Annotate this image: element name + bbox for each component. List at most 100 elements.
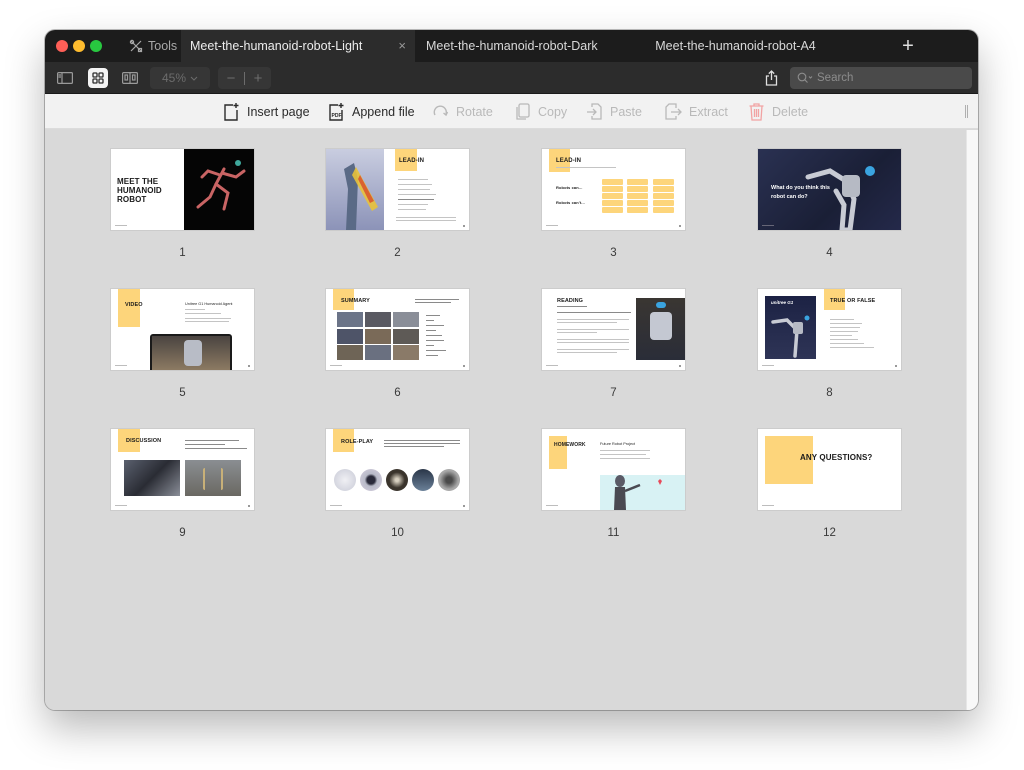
page-actions-bar: Insert page PDF Append file Rotate Copy … <box>45 94 978 129</box>
page-thumbnail-12[interactable]: ANY QUESTIONS? 12 <box>758 429 901 539</box>
two-page-view-button[interactable] <box>120 68 140 88</box>
slide-subtitle: Future Robot Project <box>600 442 636 446</box>
view-toolbar: 45% − + <box>45 62 978 94</box>
slide-preview: ROLE-PLAY <box>326 429 469 510</box>
append-file-button[interactable]: PDF Append file <box>328 94 415 129</box>
robot-option-5 <box>438 469 460 491</box>
page-thumbnail-2[interactable]: LEAD-IN 2 <box>326 149 469 259</box>
tab-a4[interactable]: Meet-the-humanoid-robot-A4 <box>613 30 858 62</box>
sidebar-view-button[interactable] <box>55 68 75 88</box>
page-thumbnail-7[interactable]: READING 7 <box>542 289 685 399</box>
page-number: 1 <box>179 247 186 259</box>
slide-title: HOMEWORK <box>554 442 586 448</box>
accent-block <box>118 289 140 327</box>
page-number: 4 <box>826 247 833 259</box>
zoom-stepper: − + <box>218 67 271 89</box>
robot-photo <box>600 475 685 510</box>
slide-title: ANY QUESTIONS? <box>800 453 873 462</box>
discussion-photo-1 <box>124 460 180 496</box>
tools-button[interactable]: Tools <box>129 30 177 62</box>
robots-can-label: Robots can... <box>556 185 583 190</box>
drag-handle[interactable] <box>965 105 970 118</box>
zoom-out-button[interactable]: − <box>218 70 244 87</box>
page-thumbnail-6[interactable]: SUMMARY 6 <box>326 289 469 399</box>
slide-preview: What do you think this robot can do? <box>758 149 901 230</box>
page-number: 5 <box>179 387 186 399</box>
slide-preview: READING <box>542 289 685 370</box>
page-thumbnail-8[interactable]: unitree G1 TRUE OR FALSE 8 <box>758 289 901 399</box>
slide-preview: MEET THE HUMANOID ROBOT <box>111 149 254 230</box>
robot-option-4 <box>412 469 434 491</box>
page-number: 9 <box>179 527 186 539</box>
append-pdf-icon: PDF <box>329 103 344 121</box>
page-thumbnail-3[interactable]: LEAD-IN Robots can... Robots can't... 3 <box>542 149 685 259</box>
page-thumbnail-1[interactable]: MEET THE HUMANOID ROBOT 1 <box>111 149 254 259</box>
fullscreen-window-button[interactable] <box>90 40 102 52</box>
slide-preview: HOMEWORK Future Robot Project <box>542 429 685 510</box>
page-thumbnail-4[interactable]: What do you think this robot can do? 4 <box>758 149 901 259</box>
extract-icon <box>665 103 682 120</box>
page-thumbnail-5[interactable]: VIDEO Unitree G1 Humanoid Agent 5 <box>111 289 254 399</box>
extract-label: Extract <box>689 104 728 119</box>
robot-photo <box>636 298 685 360</box>
insert-page-button[interactable]: Insert page <box>223 94 310 129</box>
slide-title: LEAD-IN <box>556 158 582 164</box>
copy-button[interactable]: Copy <box>514 94 567 129</box>
page-number: 7 <box>610 387 617 399</box>
slide-preview: unitree G1 TRUE OR FALSE <box>758 289 901 370</box>
zoom-in-button[interactable]: + <box>245 70 271 87</box>
close-tab-icon[interactable]: × <box>398 39 406 53</box>
tools-icon <box>129 39 143 53</box>
robot-arm-image <box>326 149 384 230</box>
append-file-label: Append file <box>352 104 415 119</box>
minimize-window-button[interactable] <box>73 40 85 52</box>
grid-icon <box>92 72 104 84</box>
accent-block <box>549 436 567 469</box>
video-frame <box>150 334 232 370</box>
rotate-button[interactable]: Rotate <box>432 94 493 129</box>
two-page-icon <box>122 72 138 84</box>
share-button[interactable] <box>762 68 780 88</box>
vertical-scrollbar[interactable] <box>966 130 978 710</box>
tab-label: Meet-the-humanoid-robot-Light <box>190 39 363 53</box>
slide-title: VIDEO <box>125 302 143 308</box>
new-tab-button[interactable]: + <box>898 35 918 57</box>
extract-button[interactable]: Extract <box>665 94 728 129</box>
slide-preview: SUMMARY <box>326 289 469 370</box>
robot-option-2 <box>360 469 382 491</box>
search-input[interactable] <box>817 72 957 84</box>
page-number: 2 <box>394 247 401 259</box>
robot-image <box>184 149 254 230</box>
page-thumbnail-9[interactable]: DISCUSSION 9 <box>111 429 254 539</box>
slide-title: What do you think this robot can do? <box>771 185 830 200</box>
close-window-button[interactable] <box>56 40 68 52</box>
page-number: 3 <box>610 247 617 259</box>
insert-page-icon <box>224 103 239 121</box>
discussion-photo-2 <box>185 460 241 496</box>
svg-text:PDF: PDF <box>332 113 342 119</box>
delete-label: Delete <box>772 104 809 119</box>
page-number: 11 <box>607 527 620 539</box>
tab-bar: Tools Meet-the-humanoid-robot-Light × Me… <box>45 30 978 62</box>
page-number: 6 <box>394 387 401 399</box>
unitree-poster: unitree G1 <box>765 296 816 359</box>
copy-icon <box>516 103 530 120</box>
grid-view-button[interactable] <box>88 68 108 88</box>
app-window: Tools Meet-the-humanoid-robot-Light × Me… <box>45 30 978 710</box>
tab-light[interactable]: Meet-the-humanoid-robot-Light × <box>181 30 415 62</box>
page-thumbnail-11[interactable]: HOMEWORK Future Robot Project 11 <box>542 429 685 539</box>
delete-button[interactable]: Delete <box>748 94 808 129</box>
rotate-icon <box>433 105 449 117</box>
page-thumbnail-10[interactable]: ROLE-PLAY 10 <box>326 429 469 539</box>
slide-title: SUMMARY <box>341 298 370 304</box>
page-number: 8 <box>826 387 833 399</box>
paste-button[interactable]: Paste <box>586 94 642 129</box>
tab-label: Meet-the-humanoid-robot-Dark <box>426 39 598 53</box>
tab-dark[interactable]: Meet-the-humanoid-robot-Dark <box>415 30 613 62</box>
search-field[interactable] <box>790 67 972 89</box>
slide-title: MEET THE HUMANOID ROBOT <box>117 177 162 204</box>
tools-label: Tools <box>148 39 178 53</box>
slide-preview: LEAD-IN Robots can... Robots can't... <box>542 149 685 230</box>
zoom-select[interactable]: 45% <box>150 67 210 89</box>
share-icon <box>765 70 777 86</box>
